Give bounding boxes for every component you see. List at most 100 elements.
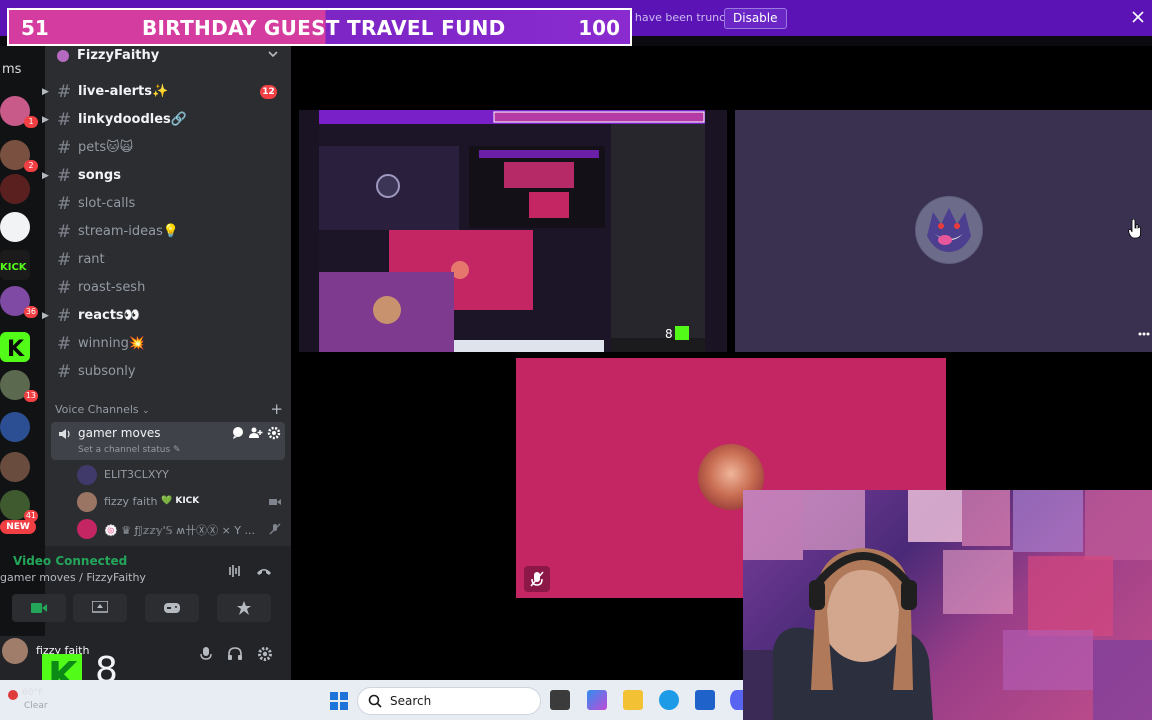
close-icon[interactable]	[1130, 9, 1146, 25]
voice-member[interactable]: ELIT3CLXYY	[77, 464, 287, 486]
screen-share-preview: 8	[319, 110, 705, 352]
hash-icon: #	[57, 110, 72, 130]
task-view-icon[interactable]	[550, 690, 570, 710]
add-channel-icon[interactable]: +	[270, 400, 283, 418]
channel-songs[interactable]: ▶ # songs	[42, 164, 291, 188]
hash-icon: #	[57, 222, 72, 242]
new-badge: NEW	[0, 520, 36, 534]
channel-winning[interactable]: # winning💥	[45, 332, 291, 356]
screen-share-button[interactable]	[73, 594, 127, 622]
member-name: fizzy faith	[104, 495, 158, 508]
copilot-icon[interactable]	[587, 690, 607, 710]
rail-label: ms	[2, 62, 22, 77]
channel-subsonly[interactable]: # subsonly	[45, 360, 291, 384]
voice-member[interactable]: 🍥 ♛ ƒ𝕁𝕫𝕫𝕪'𝕊 ʍ卄ⓍⓍ × Y ...	[77, 518, 287, 540]
weather-condition: Clear	[24, 701, 48, 711]
server-icon[interactable]	[0, 412, 30, 442]
server-icon[interactable]: 13	[0, 370, 38, 402]
member-name: ELIT3CLXYY	[104, 468, 169, 481]
disconnect-icon[interactable]	[255, 562, 273, 580]
soundboard-button[interactable]	[217, 594, 271, 622]
camera-icon	[269, 499, 281, 505]
weather-alert-icon	[8, 690, 18, 700]
voice-channel-name: gamer moves	[78, 426, 161, 440]
avatar	[77, 519, 97, 539]
hash-icon: #	[57, 82, 72, 102]
chat-bubble-icon[interactable]	[231, 426, 245, 440]
caret-right-icon: ▶	[42, 311, 49, 321]
user-avatar[interactable]	[2, 638, 28, 664]
search-placeholder: Search	[390, 694, 432, 708]
server-name: FizzyFaithy	[77, 48, 160, 63]
disable-streamer-mode-button[interactable]: Disable	[724, 8, 787, 29]
windows-start-icon[interactable]	[330, 692, 348, 710]
muted-mic-icon	[269, 523, 281, 535]
store-icon[interactable]	[695, 690, 715, 710]
avatar	[77, 492, 97, 512]
microphone-icon[interactable]	[198, 646, 214, 662]
gear-icon[interactable]	[267, 426, 281, 440]
channel-slot-calls[interactable]: # slot-calls	[45, 192, 291, 216]
camera-button[interactable]	[12, 594, 66, 622]
server-icon[interactable]	[0, 212, 30, 242]
voice-channels-header[interactable]: Voice Channels ⌄ +	[55, 400, 283, 419]
channel-roast-sesh[interactable]: # roast-sesh	[45, 276, 291, 300]
caret-right-icon: ▶	[42, 171, 49, 181]
hash-icon: #	[57, 194, 72, 214]
svg-text:K: K	[7, 337, 25, 362]
svg-text:8: 8	[665, 327, 673, 341]
server-icon[interactable]	[0, 452, 30, 482]
hash-icon: #	[57, 278, 72, 298]
voice-status[interactable]: Video Connected	[13, 554, 127, 568]
windows-taskbar: Search	[0, 680, 743, 720]
chevron-down-icon: ⌄	[142, 406, 150, 416]
member-name: 🍥 ♛ ƒ𝕁𝕫𝕫𝕪'𝕊 ʍ卄ⓍⓍ × Y ...	[104, 524, 255, 537]
weather-temp: 60°F	[22, 688, 44, 698]
caret-right-icon: ▶	[42, 115, 49, 125]
edge-browser-icon[interactable]	[659, 690, 679, 710]
channel-reacts[interactable]: ▶ # reacts👀	[42, 304, 291, 328]
discord-icon[interactable]	[730, 690, 743, 710]
channel-sidebar: FizzyFaithy ▶ # live-alerts✨ 12 ▶ # link…	[0, 46, 291, 720]
channel-live-alerts[interactable]: ▶ # live-alerts✨ 12	[42, 80, 291, 104]
taskbar-search[interactable]: Search	[357, 687, 541, 715]
server-icon[interactable]: 36	[0, 286, 38, 318]
channel-linkydoodles[interactable]: ▶ # linkydoodles🔗	[42, 108, 291, 132]
channel-stream-ideas[interactable]: # stream-ideas💡	[45, 220, 291, 244]
file-explorer-icon[interactable]	[623, 690, 643, 710]
add-member-icon[interactable]	[249, 426, 263, 440]
goal-current: 51	[21, 16, 49, 40]
search-icon	[368, 694, 382, 708]
member-tag: 💚 KICK	[161, 496, 200, 506]
channel-rant[interactable]: # rant	[45, 248, 291, 272]
gear-icon[interactable]	[257, 646, 273, 662]
hash-icon: #	[57, 138, 72, 158]
server-icon	[57, 50, 69, 62]
server-icon[interactable]	[0, 174, 30, 204]
headphones-icon[interactable]	[227, 646, 243, 662]
hash-icon: #	[57, 250, 72, 270]
voice-channel-gamer-moves[interactable]: gamer moves Set a channel status ✎	[51, 422, 285, 460]
server-icon[interactable]: 41	[0, 490, 38, 522]
screen-share-tile[interactable]: 8	[299, 110, 727, 352]
hash-icon: #	[57, 166, 72, 186]
voice-location: gamer moves / FizzyFaithy	[0, 571, 146, 584]
participant-avatar	[915, 196, 983, 264]
voice-channels-label: Voice Channels	[55, 403, 139, 416]
voice-member[interactable]: fizzy faith 💚 KICK	[77, 491, 287, 513]
kick-server-icon[interactable]: KICK	[0, 250, 30, 280]
server-icon[interactable]: 2	[0, 140, 38, 172]
kick-server-icon[interactable]: K	[0, 332, 30, 362]
server-header[interactable]: FizzyFaithy	[57, 48, 283, 66]
more-options-icon[interactable]	[1138, 325, 1150, 337]
goal-progress-overlay: 51 BIRTHDAY GUEST TRAVEL FUND 100	[7, 8, 632, 46]
server-icon[interactable]: 1	[0, 96, 38, 128]
channel-pets[interactable]: # pets🐱🙀	[45, 136, 291, 160]
weather-widget[interactable]: 60°F Clear	[6, 686, 58, 716]
activities-button[interactable]	[145, 594, 199, 622]
participant-tile[interactable]	[735, 110, 1152, 352]
speaker-icon	[59, 429, 70, 439]
channel-status-prompt[interactable]: Set a channel status ✎	[78, 445, 181, 455]
avatar	[77, 465, 97, 485]
noise-suppression-icon[interactable]	[225, 562, 243, 580]
